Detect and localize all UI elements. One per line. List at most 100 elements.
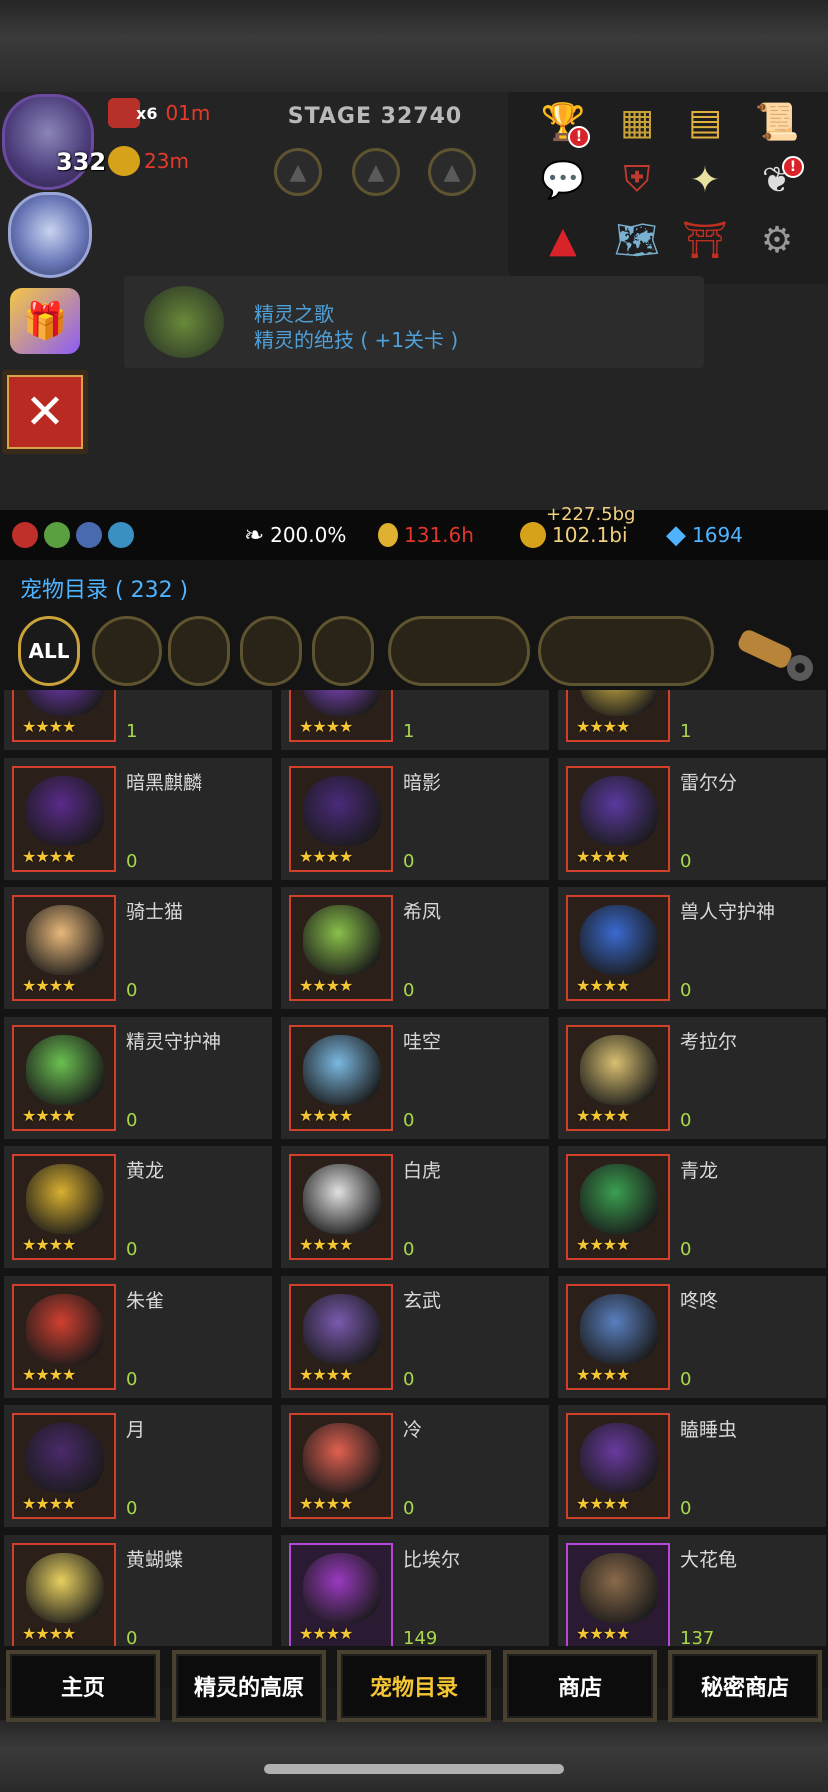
pet-card[interactable]: ★★★★ 考拉尔 0: [558, 1016, 826, 1139]
pet-card[interactable]: ★★★★ 瞌睡虫 0: [558, 1405, 826, 1527]
pet-count: 0: [403, 980, 415, 1001]
pet-name: 朱雀: [126, 1289, 165, 1312]
pet-sprite: [26, 1034, 104, 1105]
filter-bear-love-button[interactable]: [312, 616, 374, 686]
nav-home-button[interactable]: 主页: [6, 1650, 160, 1722]
angel-icon[interactable]: ✦: [680, 156, 730, 204]
pet-sprite: [26, 1293, 104, 1364]
filter-group-b-button[interactable]: [538, 616, 714, 686]
gift-box-icon[interactable]: 🎁: [10, 288, 80, 354]
nav-shop-button[interactable]: 商店: [503, 1650, 657, 1722]
hero-portrait-icon: [76, 522, 102, 548]
game-screen: 332 x6 01m 23m STAGE 32740 ▲ ▲ ▲ 🏆! ▦ ▤ …: [0, 0, 828, 1792]
pet-count: 1: [680, 721, 692, 742]
trophy-icon[interactable]: 🏆!: [538, 98, 590, 148]
scroll-icon[interactable]: 📜: [752, 98, 802, 146]
pet-card[interactable]: ★★★★ 1: [281, 690, 549, 750]
pet-name: 兽人守护神: [680, 901, 776, 923]
party-portraits: [12, 522, 134, 548]
pet-filter-bar: ALL: [18, 616, 828, 688]
pet-card[interactable]: ★★★★ 骑士猫 0: [4, 887, 272, 1009]
pet-count: 0: [126, 1498, 138, 1519]
book-icon[interactable]: ▤: [680, 98, 730, 146]
pet-star-rating: ★★★★: [22, 1494, 76, 1513]
pet-star-rating: ★★★★: [576, 1494, 630, 1513]
pet-card[interactable]: ★★★★ 咚咚 0: [558, 1275, 826, 1398]
pet-sprite: [303, 1164, 381, 1234]
wings-icon[interactable]: ❦!: [752, 156, 804, 204]
pet-sprite: [580, 775, 658, 846]
pet-card[interactable]: ★★★★ 黄蝴蝶 0: [4, 1534, 272, 1646]
pet-count: 0: [126, 1368, 138, 1390]
pet-card[interactable]: ★★★★ 1: [558, 690, 826, 750]
hero-portrait-icon: [44, 522, 70, 548]
pet-card[interactable]: ★★★★ 青龙 0: [558, 1146, 826, 1268]
filter-group-a-button[interactable]: [388, 616, 530, 686]
crossed-shield-icon[interactable]: ⛨: [612, 156, 662, 204]
pet-card[interactable]: ★★★★ 朱雀 0: [4, 1275, 272, 1398]
attack-buff[interactable]: x6 01m: [108, 98, 210, 128]
close-button[interactable]: ✕: [2, 370, 88, 454]
gold-buff[interactable]: 23m: [108, 146, 189, 176]
pet-star-rating: ★★★★: [299, 976, 353, 995]
gold-value: 102.1bi: [552, 523, 628, 547]
pet-card[interactable]: ★★★★ 玄武 0: [281, 1275, 549, 1398]
pet-sprite: [303, 1293, 381, 1364]
pet-count: 0: [403, 1368, 415, 1390]
pet-card[interactable]: ★★★★ 雷尔分 0: [558, 757, 826, 880]
nav-pet-catalog-button[interactable]: 宠物目录: [337, 1650, 491, 1722]
buff-time: 01m: [165, 101, 211, 125]
pet-card[interactable]: ★★★★ 兽人守护神 0: [558, 887, 826, 1009]
pet-name: 哇空: [403, 1030, 442, 1053]
pet-card[interactable]: ★★★★ 大花龟 137: [558, 1534, 826, 1646]
pet-count: 0: [126, 1239, 138, 1260]
filter-all-button[interactable]: ALL: [18, 616, 80, 686]
pet-card[interactable]: ★★★★ 白虎 0: [281, 1146, 549, 1268]
pet-card[interactable]: ★★★★ 冷 0: [281, 1405, 549, 1527]
pet-count: 1: [126, 721, 138, 742]
diamond-icon: ◆: [666, 520, 686, 550]
ranking-icon[interactable]: ▦: [612, 98, 662, 146]
pet-avatar[interactable]: [8, 192, 92, 278]
pet-star-rating: ★★★★: [22, 976, 76, 995]
pet-portrait: ★★★★: [289, 1024, 393, 1131]
pet-card[interactable]: ★★★★ 黄龙 0: [4, 1146, 272, 1268]
alert-badge: !: [568, 126, 590, 148]
chat-icon[interactable]: 💬: [538, 156, 588, 204]
pet-star-rating: ★★★★: [22, 1105, 76, 1125]
buff-time: 23m: [144, 149, 189, 173]
pet-portrait: ★★★★: [289, 765, 393, 872]
pet-card[interactable]: ★★★★ 希凤 0: [281, 887, 549, 1009]
pet-count: 0: [403, 850, 415, 872]
triangle-icon[interactable]: ▲: [538, 216, 588, 264]
pet-name: 大花龟: [680, 1548, 738, 1571]
pet-card[interactable]: ★★★★ 暗黑麒麟 0: [4, 757, 272, 880]
gear-icon[interactable]: ⚙: [752, 216, 802, 264]
pet-sprite: [580, 1293, 658, 1364]
pet-card[interactable]: ★★★★ 哇空 0: [281, 1016, 549, 1139]
pet-name: 冷: [403, 1419, 423, 1441]
pet-star-rating: ★★★★: [576, 1364, 630, 1384]
top-border: [0, 0, 828, 92]
pet-card[interactable]: ★★★★ 1: [4, 690, 272, 750]
map-icon[interactable]: 🗺: [612, 216, 662, 264]
shrine-icon[interactable]: ⛩: [680, 216, 730, 264]
skill-name: 精灵之歌: [254, 302, 334, 326]
pet-name: 瞌睡虫: [680, 1419, 738, 1441]
pet-star-rating: ★★★★: [299, 717, 353, 736]
pet-card[interactable]: ★★★★ 比埃尔 149: [281, 1534, 549, 1646]
pet-card[interactable]: ★★★★ 月 0: [4, 1405, 272, 1527]
spyglass-settings-icon[interactable]: [730, 624, 820, 684]
pet-card[interactable]: ★★★★ 暗影 0: [281, 757, 549, 880]
gold-coin-icon: [520, 522, 546, 548]
pet-catalog-panel: 宠物目录 ( 232 ) ALL ★★★★ 1 ★★★★ 1 ★★★★ 1 ★★★★ 暗黑麒麟…: [0, 560, 828, 1688]
nav-fairy-plateau-button[interactable]: 精灵的高原: [172, 1650, 326, 1722]
pet-card[interactable]: ★★★★ 精灵守护神 0: [4, 1016, 272, 1139]
pet-name: 咚咚: [680, 1289, 719, 1312]
filter-rhino-button[interactable]: [92, 616, 162, 686]
pet-grid[interactable]: ★★★★ 1 ★★★★ 1 ★★★★ 1 ★★★★ 暗黑麒麟 0 ★★★★ 暗影 0 ★★★★ 雷尔分 0 ★…: [0, 690, 828, 1646]
nav-secret-shop-button[interactable]: 秘密商店: [668, 1650, 822, 1722]
filter-bear-button[interactable]: [240, 616, 302, 686]
filter-wolf-button[interactable]: [168, 616, 230, 686]
medal-icon: [378, 523, 398, 547]
